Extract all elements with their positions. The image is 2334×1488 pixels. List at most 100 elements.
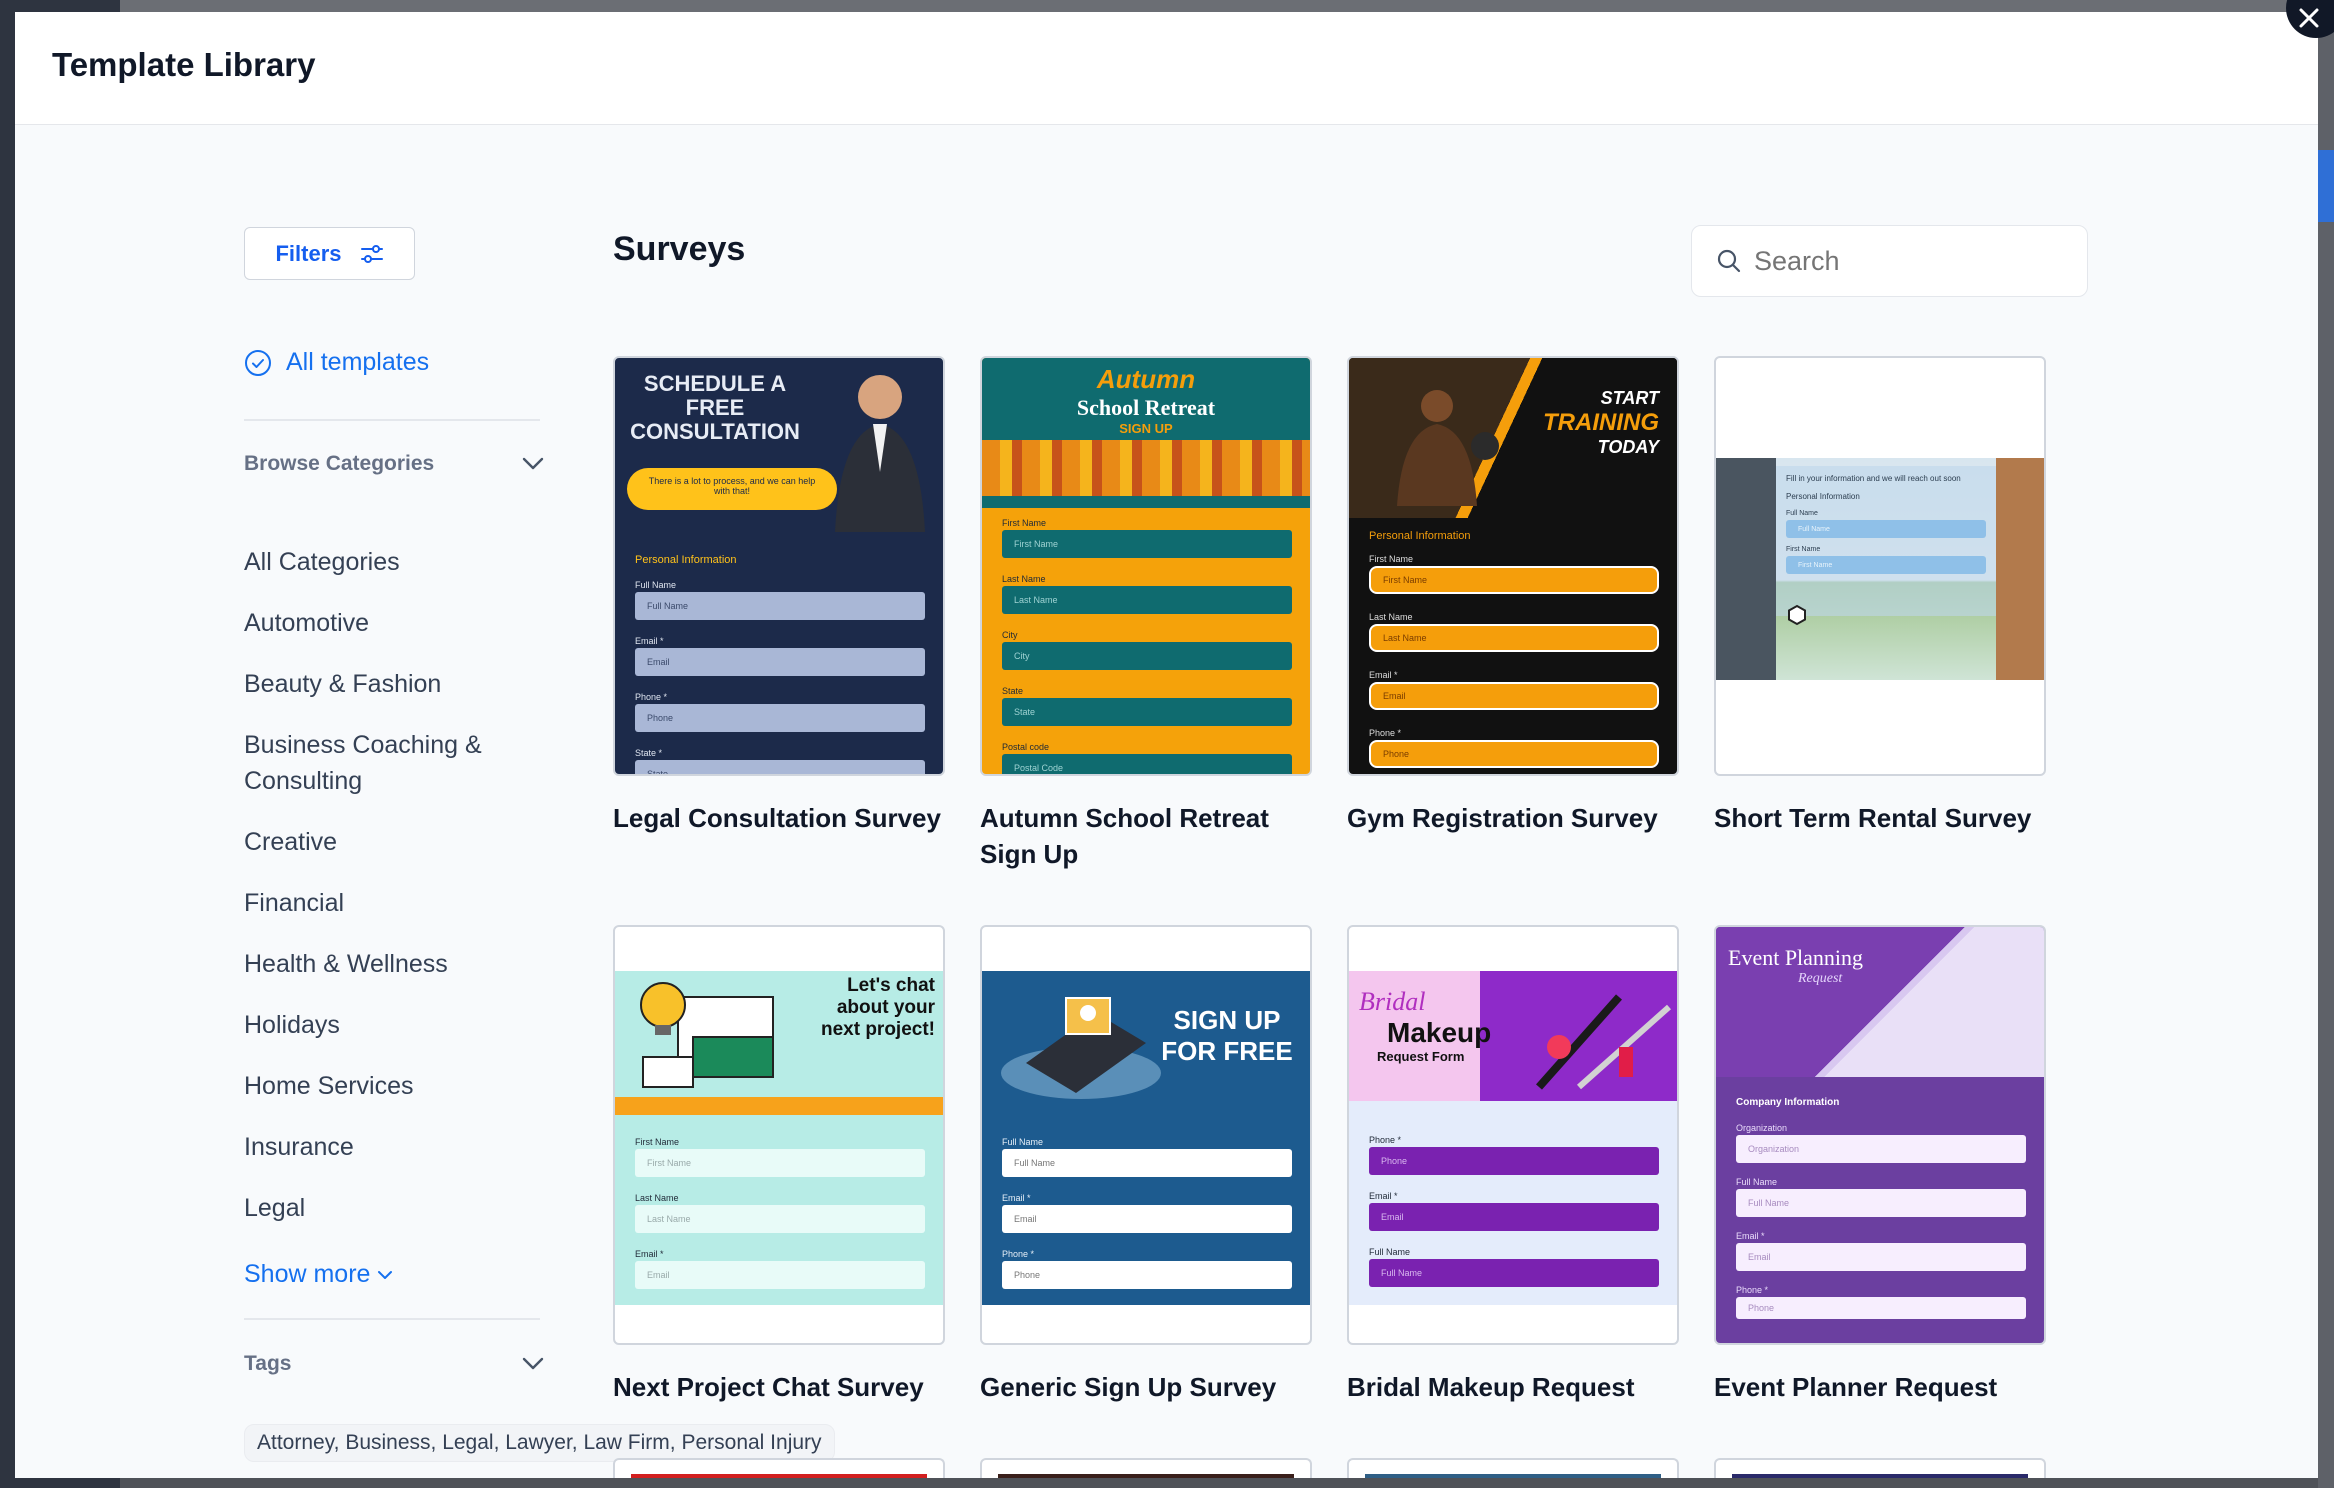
field-input: State <box>1002 698 1292 726</box>
field-input: First Name <box>1002 530 1292 558</box>
template-thumbnail: Fill in your information and we will rea… <box>1714 356 2046 776</box>
thumbnail-section-label: Personal Information <box>1369 530 1471 542</box>
template-title: Legal Consultation Survey <box>613 803 941 833</box>
thumbnail-banner: Let's chat about your next project! <box>820 975 935 1040</box>
chevron-down-icon <box>522 457 544 470</box>
field-label: First Name <box>1002 518 1047 528</box>
template-title: Autumn School Retreat Sign Up <box>980 803 1269 869</box>
thumbnail-section-label: Personal Information <box>635 554 737 566</box>
leaves-decoration <box>982 440 1310 496</box>
template-card[interactable]: Autumn School Retreat SIGN UP First Name… <box>980 356 1312 872</box>
filters-button[interactable]: Filters <box>244 227 415 280</box>
close-icon <box>2299 8 2319 28</box>
field-input: State <box>635 760 925 774</box>
all-templates-link[interactable]: All templates <box>244 348 429 377</box>
field-label: Last Name <box>1369 612 1413 622</box>
thumbnail-banner: SCHEDULE A FREE CONSULTATION <box>630 371 800 444</box>
sliders-icon <box>360 244 383 263</box>
field-label: Phone * <box>1002 1249 1035 1259</box>
template-card-partial[interactable] <box>613 1458 945 1478</box>
category-all-categories[interactable]: All Categories <box>244 544 534 580</box>
field-input: Last Name <box>635 1205 925 1233</box>
field-input: Last Name <box>1002 586 1292 614</box>
chevron-down-icon <box>522 1357 544 1370</box>
field-label: Full Name <box>1736 1177 1778 1187</box>
athlete-icon <box>1397 390 1499 506</box>
field-label: Email * <box>635 636 664 646</box>
field-label: Email * <box>635 1249 664 1259</box>
category-home-services[interactable]: Home Services <box>244 1068 534 1104</box>
tags-toggle[interactable]: Tags <box>244 1352 544 1376</box>
template-card[interactable]: SCHEDULE A FREE CONSULTATION There is a … <box>613 356 945 836</box>
category-beauty-fashion[interactable]: Beauty & Fashion <box>244 666 534 702</box>
field-label: Phone * <box>1369 728 1402 738</box>
thumbnail-strip <box>1732 1474 2028 1478</box>
template-thumbnail: Autumn School Retreat SIGN UP First Name… <box>980 356 1312 776</box>
thumbnail-banner: START TRAINING TODAY <box>1543 388 1659 457</box>
field-label: Last Name <box>1002 574 1046 584</box>
field-input: Postal Code <box>1002 754 1292 774</box>
thumbnail-banner: Bridal Makeup Request Form <box>1359 987 1492 1064</box>
template-thumbnail: START TRAINING TODAY Personal Informatio… <box>1347 356 1679 776</box>
field-input: Last Name <box>1369 624 1659 652</box>
browse-categories-toggle[interactable]: Browse Categories <box>244 452 544 476</box>
category-health-wellness[interactable]: Health & Wellness <box>244 946 534 982</box>
template-library-modal: Template Library Filters All templates B… <box>15 12 2318 1478</box>
template-card[interactable]: SIGN UP FOR FREE Full Name Full Name Ema… <box>980 925 1312 1405</box>
template-card-partial[interactable] <box>1347 1458 1679 1478</box>
search-box[interactable] <box>1691 225 2088 297</box>
field-input: Phone <box>635 704 925 732</box>
field-label: Email * <box>1369 670 1398 680</box>
field-input: First Name <box>635 1149 925 1177</box>
thumbnail-strip <box>631 1474 927 1478</box>
thumbnail-banner: Autumn School Retreat SIGN UP <box>1076 364 1216 436</box>
thumbnail-section-label: Company Information <box>1736 1097 1840 1108</box>
template-card-partial[interactable] <box>980 1458 1312 1478</box>
field-label: Email * <box>1736 1231 1765 1241</box>
category-business-coaching[interactable]: Business Coaching & Consulting <box>244 727 534 799</box>
template-card[interactable]: Fill in your information and we will rea… <box>1714 356 2046 836</box>
field-input: Email <box>635 1261 925 1289</box>
field-input: Organization <box>1736 1135 2026 1163</box>
template-thumbnail: Let's chat about your next project! Firs… <box>613 925 945 1345</box>
divider <box>244 419 540 421</box>
show-more-link[interactable]: Show more <box>244 1260 394 1289</box>
category-holidays[interactable]: Holidays <box>244 1007 534 1043</box>
field-input: Phone <box>1002 1261 1292 1289</box>
filters-label: Filters <box>275 240 342 266</box>
makeup-brushes-icon <box>1536 994 1671 1090</box>
field-input: Full Name <box>1002 1149 1292 1177</box>
field-input: First Name <box>1786 556 1986 574</box>
template-card[interactable]: Event Planning Request Company Informati… <box>1714 925 2046 1405</box>
background-add-tab <box>2318 150 2334 222</box>
template-card[interactable]: Let's chat about your next project! Firs… <box>613 925 945 1405</box>
field-input: Email <box>635 648 925 676</box>
field-label: Phone * <box>1369 1135 1402 1145</box>
category-insurance[interactable]: Insurance <box>244 1129 534 1165</box>
thumbnail-strip <box>1365 1474 1661 1478</box>
search-input[interactable] <box>1754 245 2074 277</box>
lightbulb-icon <box>640 982 774 1088</box>
category-list: All Categories Automotive Beauty & Fashi… <box>244 544 534 1226</box>
thumbnail-section-label: Personal Information <box>1786 492 1860 501</box>
field-input: Email <box>1369 1203 1659 1231</box>
category-creative[interactable]: Creative <box>244 824 534 860</box>
field-label: Phone * <box>635 692 668 702</box>
template-card-partial[interactable] <box>1714 1458 2046 1478</box>
field-label: Full Name <box>635 580 677 590</box>
category-financial[interactable]: Financial <box>244 885 534 921</box>
field-label: City <box>1002 630 1018 640</box>
template-card[interactable]: Bridal Makeup Request Form Phone * Phone… <box>1347 925 1679 1405</box>
field-input: Email <box>1369 682 1659 710</box>
thumbnail-strip <box>998 1474 1294 1478</box>
check-circle-icon <box>245 349 271 376</box>
modal-title: Template Library <box>52 46 316 83</box>
tag-pill: Attorney, Business, Legal, Lawyer, Law F… <box>244 1424 835 1462</box>
template-card[interactable]: START TRAINING TODAY Personal Informatio… <box>1347 356 1679 836</box>
template-thumbnail: Bridal Makeup Request Form Phone * Phone… <box>1347 925 1679 1345</box>
category-legal[interactable]: Legal <box>244 1190 534 1226</box>
field-input: Full Name <box>1736 1189 2026 1217</box>
category-automotive[interactable]: Automotive <box>244 605 534 641</box>
field-input: Phone <box>1369 740 1659 768</box>
field-label: Phone * <box>1736 1285 1769 1295</box>
